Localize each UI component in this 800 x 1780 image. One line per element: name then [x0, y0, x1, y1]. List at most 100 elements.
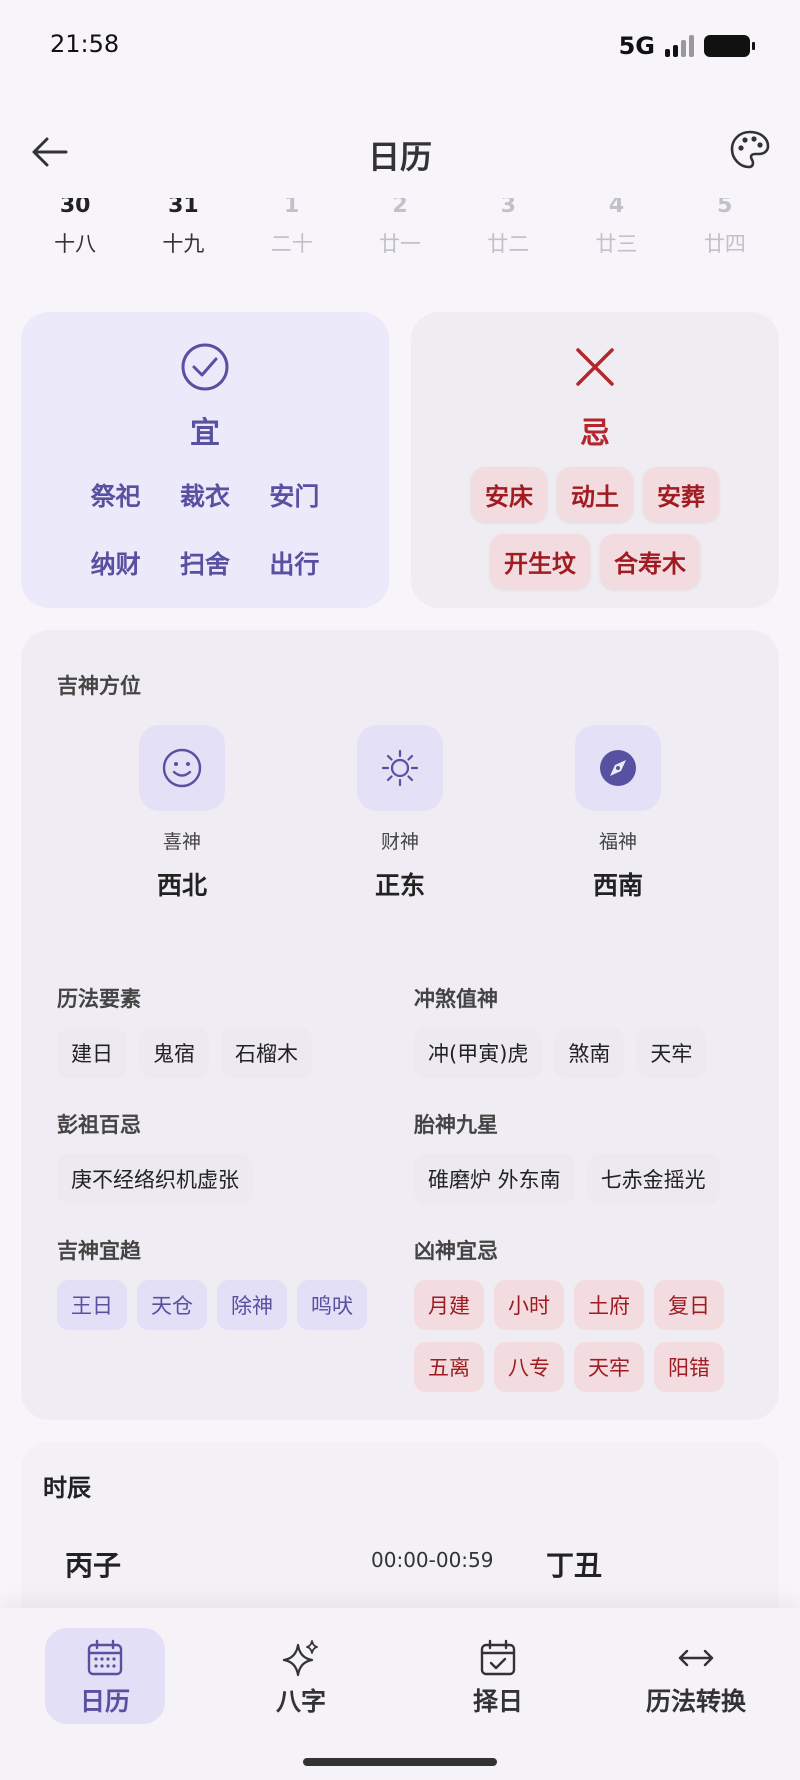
nav-bazi[interactable]: 八字	[241, 1628, 361, 1724]
swap-arrows-icon	[678, 1649, 714, 1667]
date-number: 1	[284, 198, 300, 218]
detail-chip: 建日	[57, 1028, 127, 1078]
god-direction: 西南	[592, 871, 643, 900]
bad-god-chip: 天牢	[574, 1342, 644, 1392]
good-god-chip: 鸣吠	[297, 1280, 367, 1330]
bad-god-chip: 复日	[654, 1280, 724, 1330]
fetal-god-list: 碓磨炉 外东南 七赤金摇光	[414, 1154, 754, 1204]
god-name: 福神	[598, 831, 637, 853]
page-title: 日历	[367, 138, 432, 176]
yi-item: 出行	[269, 550, 320, 579]
god-wealth: 财神 正东	[357, 725, 443, 902]
detail-chip: 冲(甲寅)虎	[414, 1028, 543, 1078]
ji-card: 忌 安床 动土 安葬 开生坟 合寿木	[411, 312, 779, 608]
ji-title: 忌	[580, 416, 610, 451]
ji-chip: 开生坟	[490, 534, 590, 589]
ji-chip: 合寿木	[600, 534, 700, 589]
detail-chip: 鬼宿	[139, 1028, 209, 1078]
calendar-icon	[87, 1639, 123, 1676]
date-cell[interactable]: 2 廿一	[346, 198, 454, 270]
date-cell[interactable]: 30 十八	[21, 198, 129, 270]
god-direction: 正东	[374, 871, 425, 900]
pengzu-list: 庚不经络织机虚张	[57, 1154, 387, 1204]
detail-chip: 煞南	[554, 1028, 625, 1078]
good-god-chip: 王日	[57, 1280, 127, 1330]
hour-name[interactable]: 丁丑	[546, 1544, 602, 1584]
yi-item: 祭祀	[90, 482, 141, 511]
lunar-date: 十九	[162, 232, 205, 256]
check-circle-icon	[181, 343, 229, 391]
date-strip: 30 十八 31 十九 1 二十 2 廿一 3 廿二 4 廿三 5 廿四	[21, 198, 779, 270]
nav-date-selection[interactable]: 择日	[438, 1628, 558, 1724]
theme-button[interactable]	[728, 128, 772, 172]
pengzu-label: 彭祖百忌	[57, 1113, 141, 1137]
bottom-nav: 日历 八字 择日 历法转换	[0, 1608, 800, 1780]
date-number: 4	[608, 198, 625, 218]
bad-gods-label: 凶神宜忌	[414, 1239, 498, 1263]
sun-icon	[381, 749, 419, 787]
detail-chip: 石榴木	[221, 1028, 312, 1078]
gods-direction-list: 喜神 西北 财神 正东 福神 西南	[21, 725, 779, 902]
clash-list: 冲(甲寅)虎 煞南 天牢	[414, 1028, 754, 1078]
god-joy: 喜神 西北	[139, 725, 225, 902]
detail-chip: 天牢	[636, 1028, 707, 1078]
lunar-date: 廿四	[703, 232, 746, 256]
status-bar: 21:58 5G	[0, 0, 800, 92]
good-god-chip: 除神	[217, 1280, 287, 1330]
yi-list: 祭祀 裁衣 安门 纳财 扫舍 出行	[71, 477, 339, 581]
bad-god-chip: 小时	[494, 1280, 564, 1330]
yi-item: 纳财	[90, 550, 141, 579]
almanac-details-card: 吉神方位 喜神 西北 财神 正东 福神 西南 历法要素 建日 鬼宿 石榴木 冲煞…	[21, 630, 779, 1420]
nav-calendar[interactable]: 日历	[45, 1628, 165, 1724]
yi-card: 宜 祭祀 裁衣 安门 纳财 扫舍 出行	[21, 312, 389, 608]
date-cell[interactable]: 1 二十	[238, 198, 346, 270]
status-indicators: 5G	[619, 32, 755, 60]
bad-god-chip: 土府	[574, 1280, 644, 1330]
lunar-date: 廿一	[378, 232, 421, 256]
nav-label: 历法转换	[645, 1687, 746, 1716]
close-icon	[576, 348, 614, 386]
detail-chip: 庚不经络织机虚张	[57, 1154, 253, 1204]
ji-chip: 动土	[557, 467, 633, 522]
status-time: 21:58	[50, 30, 120, 58]
detail-chip: 碓磨炉 外东南	[414, 1154, 575, 1204]
detail-chip: 七赤金摇光	[586, 1154, 720, 1204]
date-cell[interactable]: 31 十九	[129, 198, 237, 270]
nav-label: 八字	[275, 1687, 326, 1716]
date-number: 2	[392, 198, 408, 218]
date-cell[interactable]: 5 廿四	[671, 198, 779, 270]
date-number: 30	[59, 198, 91, 218]
nav-label: 日历	[79, 1687, 130, 1716]
calendar-elements-list: 建日 鬼宿 石榴木	[57, 1028, 387, 1078]
palette-icon	[730, 130, 770, 169]
smile-icon	[162, 748, 202, 788]
lunar-date: 廿二	[487, 232, 530, 256]
signal-icon	[665, 35, 694, 57]
date-number: 31	[168, 198, 199, 218]
hour-time-range: 00:00-00:59	[371, 1548, 494, 1572]
battery-icon	[704, 35, 755, 57]
ji-chip: 安葬	[643, 467, 719, 522]
bad-god-chip: 阳错	[654, 1342, 724, 1392]
good-gods-list: 王日 天仓 除神 鸣吠	[57, 1280, 397, 1330]
lunar-date: 廿三	[595, 232, 638, 256]
home-indicator[interactable]	[303, 1758, 497, 1766]
ji-chip: 安床	[471, 467, 547, 522]
gods-direction-label: 吉神方位	[57, 674, 141, 698]
bad-god-chip: 月建	[414, 1280, 484, 1330]
nav-calendar-conversion[interactable]: 历法转换	[635, 1628, 757, 1724]
date-cell[interactable]: 3 廿二	[454, 198, 562, 270]
nav-label: 择日	[472, 1687, 523, 1716]
lunar-date: 十八	[54, 232, 97, 256]
date-number: 3	[500, 198, 516, 218]
fetal-god-label: 胎神九星	[414, 1113, 498, 1137]
yi-title: 宜	[190, 416, 220, 451]
god-fortune: 福神 西南	[575, 725, 661, 902]
date-cell[interactable]: 4 廿三	[562, 198, 670, 270]
hour-name[interactable]: 丙子	[65, 1544, 121, 1584]
lunar-date: 二十	[270, 232, 313, 256]
bad-god-chip: 五离	[414, 1342, 484, 1392]
hours-title: 时辰	[43, 1474, 91, 1502]
clash-label: 冲煞值神	[414, 987, 498, 1011]
calendar-check-icon	[480, 1639, 516, 1676]
